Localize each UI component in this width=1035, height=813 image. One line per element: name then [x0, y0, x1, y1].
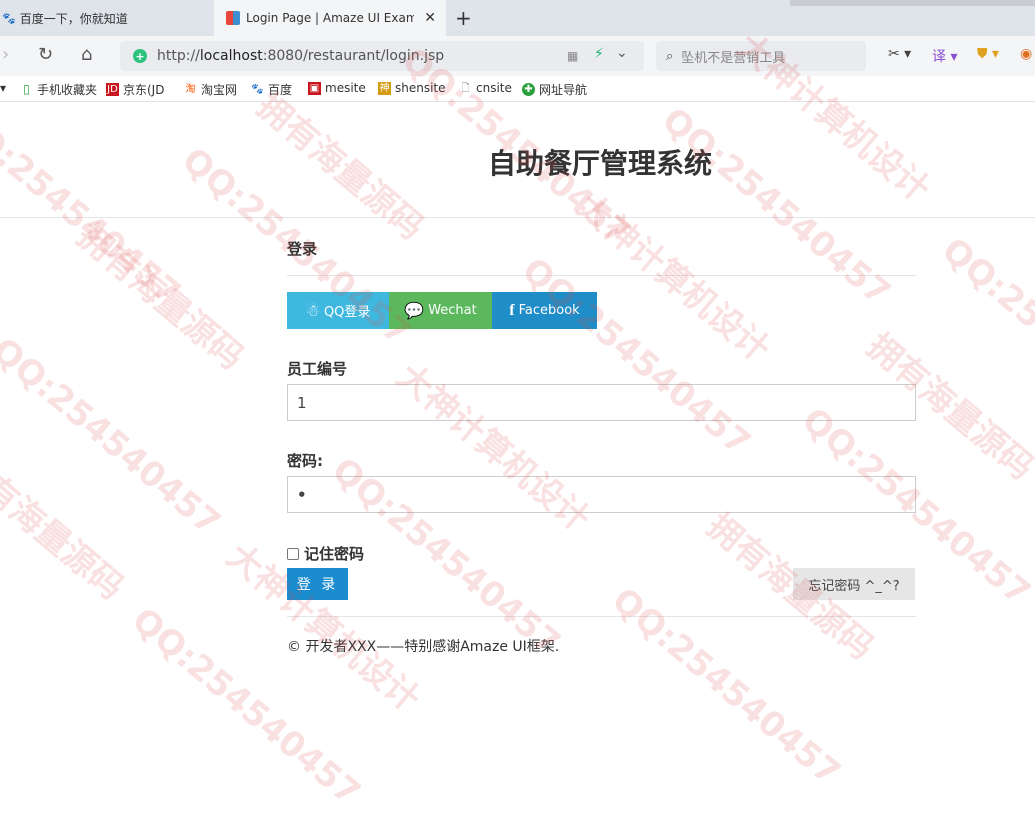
reload-icon[interactable]: ↻	[38, 44, 53, 65]
employee-number-input[interactable]: 1	[287, 384, 916, 421]
divider	[287, 275, 916, 276]
lightning-icon[interactable]: ⚡	[594, 46, 604, 62]
baidu-paw-icon: 🐾	[2, 11, 16, 25]
watermark: 拥有海量源码	[69, 216, 252, 378]
watermark: QQ:254540457	[514, 250, 758, 464]
watermark: QQ:254540457	[0, 100, 188, 314]
tab-login-page[interactable]: Login Page | Amaze UI Example ✕	[214, 0, 446, 36]
forward-icon[interactable]: ›	[2, 44, 9, 65]
footer-text: © 开发者XXX——特别感谢Amaze UI框架.	[287, 639, 560, 655]
search-placeholder: 坠机不是营销工具	[681, 50, 786, 66]
bookmark-mobile[interactable]: ▯ 手机收藏夹	[20, 81, 97, 98]
qq-icon: ☃	[305, 301, 320, 320]
wechat-icon: 💬	[404, 301, 425, 320]
login-button[interactable]: 登 录	[287, 568, 348, 600]
address-bar[interactable]: + http://localhost:8080/restaurant/login…	[120, 41, 644, 71]
bookmark-shensite[interactable]: 神 shensite	[378, 81, 446, 95]
qr-code-icon[interactable]: ▦	[567, 49, 578, 63]
new-tab-button[interactable]: +	[455, 6, 472, 30]
scissors-icon[interactable]: ✂ ▾	[888, 46, 911, 62]
tab-label: 百度一下，你就知道	[19, 11, 128, 26]
password-input[interactable]: •	[287, 476, 916, 513]
bookmark-baidu[interactable]: 🐾 百度	[251, 81, 292, 98]
baidu-paw-icon: 🐾	[251, 84, 264, 95]
page-icon: 🗋	[461, 82, 470, 94]
shield-extension-icon[interactable]: ⛊ ▾	[977, 46, 999, 62]
remember-password[interactable]: 记住密码	[287, 543, 364, 564]
bookmarks-menu-arrow[interactable]: ▾	[0, 81, 6, 95]
header-divider	[0, 217, 1035, 218]
login-heading: 登录	[287, 240, 318, 258]
game-icon[interactable]: ◉	[1020, 46, 1032, 62]
forgot-password-button[interactable]: 忘记密码 ^_^?	[793, 568, 915, 600]
watermark: QQ:254540457	[0, 330, 228, 544]
search-box[interactable]: ⌕ 坠机不是营销工具	[656, 41, 866, 71]
watermark: 拥有海量源码	[0, 446, 132, 608]
phone-icon: ▯	[23, 82, 30, 96]
remember-checkbox[interactable]	[287, 547, 299, 560]
mesite-icon: ▣	[308, 81, 321, 95]
shensite-icon: 神	[378, 81, 391, 95]
employee-number-label: 员工编号	[287, 360, 348, 378]
bookmark-cnsite[interactable]: 🗋 cnsite	[459, 81, 511, 95]
chevron-down-icon[interactable]: ⌄	[616, 45, 628, 61]
divider	[287, 616, 916, 617]
qq-login-button[interactable]: ☃ QQ登录	[287, 292, 389, 329]
watermark: QQ:254540457	[124, 600, 368, 813]
search-icon: ⌕	[666, 48, 674, 64]
browser-toolbar: › ↻ ⌂ + http://localhost:8080/restaurant…	[0, 36, 1035, 76]
home-icon[interactable]: ⌂	[81, 44, 92, 65]
secure-shield-icon: +	[133, 49, 147, 63]
bookmark-taobao[interactable]: 淘淘宝网	[184, 81, 238, 98]
tab-label: Login Page | Amaze UI Example	[246, 11, 414, 25]
facebook-icon: f	[509, 301, 515, 319]
facebook-login-button[interactable]: f Facebook	[492, 292, 597, 329]
bookmark-nav[interactable]: ✚ 网址导航	[522, 81, 587, 98]
close-icon[interactable]: ✕	[424, 10, 436, 26]
amaze-ui-icon	[226, 11, 240, 25]
password-label: 密码:	[287, 452, 323, 470]
watermark: QQ:254540457	[654, 100, 898, 314]
nav-compass-icon: ✚	[522, 83, 535, 96]
tab-bar: 🐾 百度一下，你就知道 Login Page | Amaze UI Exampl…	[0, 0, 1035, 36]
wechat-login-button[interactable]: 💬 Wechat	[389, 292, 492, 329]
remember-label: 记住密码	[304, 545, 365, 563]
jd-icon: JD	[106, 83, 119, 96]
url-text: http://localhost:8080/restaurant/login.j…	[157, 48, 445, 64]
translate-icon[interactable]: 译 ▾	[932, 46, 957, 66]
watermark: QQ:254540457	[604, 580, 848, 794]
bookmarks-bar: ▾ ▯ 手机收藏夹 JD 京东(JD 淘淘宝网 🐾 百度 ▣ mesite 神 shens…	[0, 76, 1035, 102]
tab-baidu[interactable]: 🐾 百度一下，你就知道	[0, 0, 214, 36]
window-titlebar-strip	[790, 0, 1035, 6]
taobao-icon: 淘	[185, 84, 196, 95]
page-title: 自助餐厅管理系统	[487, 147, 712, 180]
watermark: QQ:254540457	[934, 230, 1035, 444]
bookmark-mesite[interactable]: ▣ mesite	[308, 81, 366, 95]
bookmark-jd[interactable]: JD 京东(JD	[106, 81, 164, 98]
